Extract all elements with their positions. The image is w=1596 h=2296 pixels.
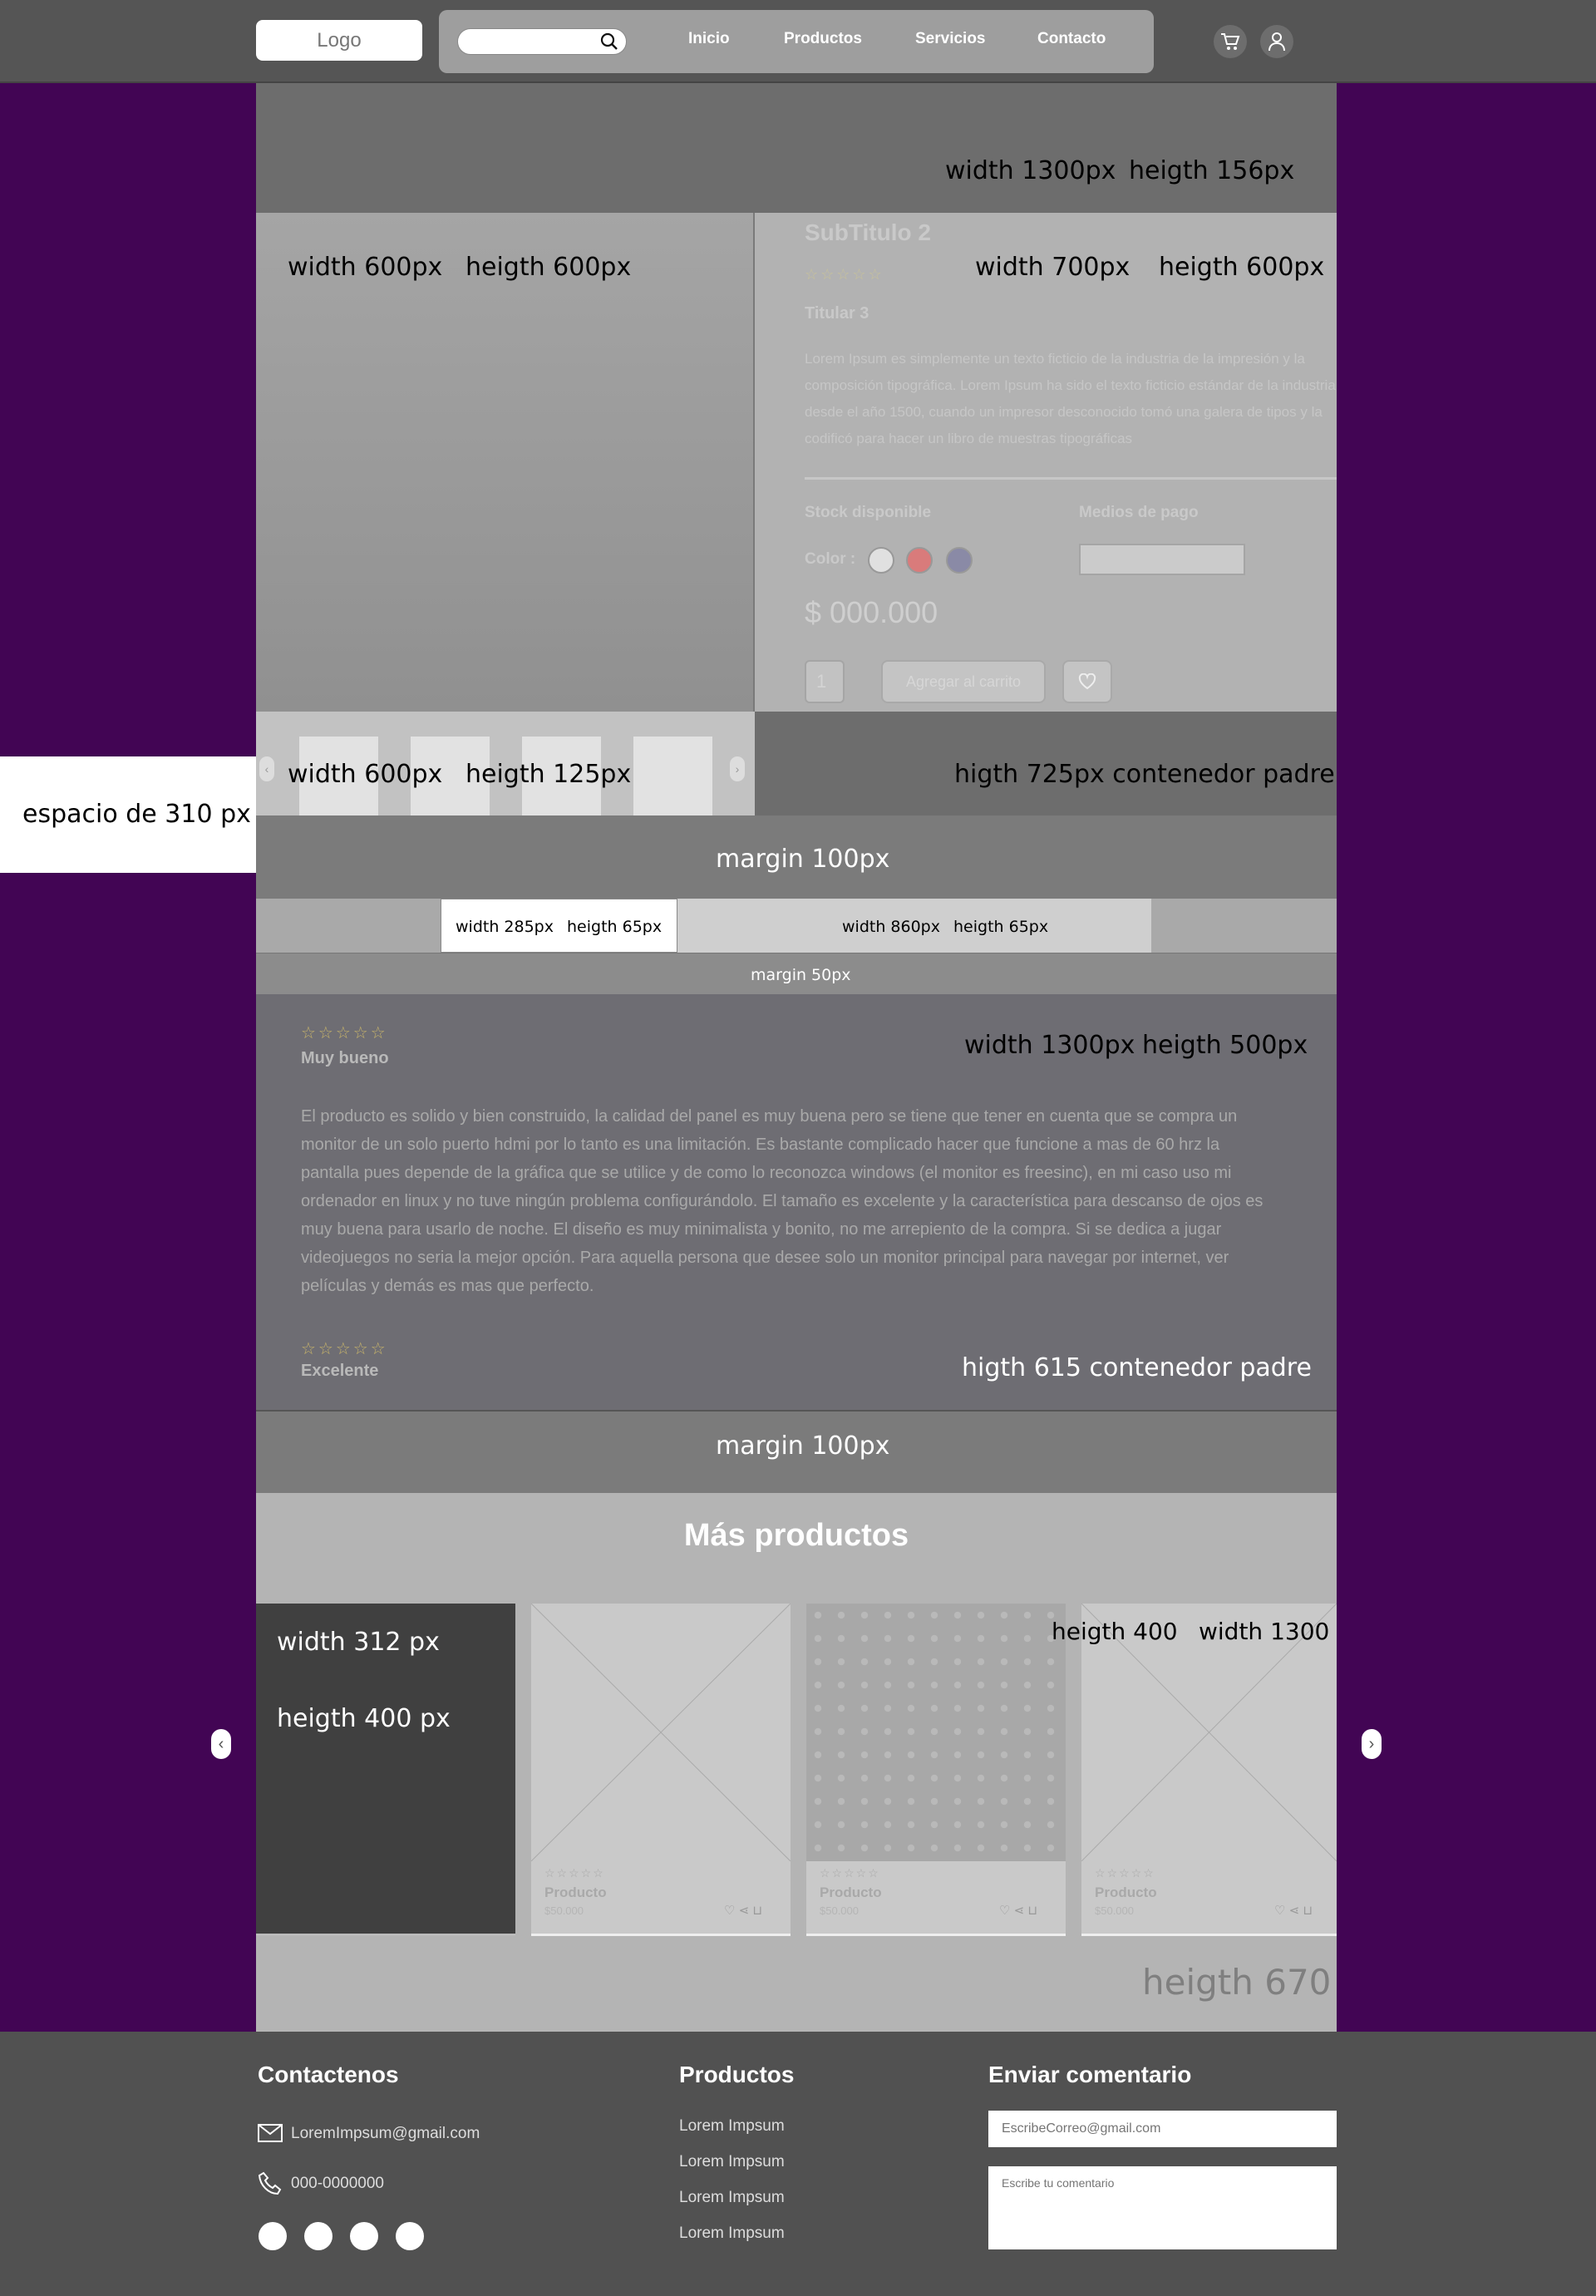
more-height-note: heigth 400 xyxy=(1052,1618,1178,1645)
product-titular: Titular 3 xyxy=(805,304,869,323)
banner-width-note: width 1300px xyxy=(945,156,1116,185)
color-swatch-white[interactable] xyxy=(868,547,894,574)
card-price: $50.000 xyxy=(544,1904,584,1917)
add-to-cart-button[interactable]: Agregar al carrito xyxy=(881,660,1046,703)
card-name: Producto xyxy=(1095,1885,1157,1900)
payment-label: Medios de pago xyxy=(1079,504,1199,521)
user-icon[interactable] xyxy=(1260,25,1293,58)
section-height-note: heigth 670 xyxy=(1142,1962,1332,2003)
color-swatch-red[interactable] xyxy=(906,547,933,574)
tab-a-width-note: width 285px xyxy=(456,918,554,936)
social-icon[interactable] xyxy=(396,2222,424,2250)
phone-icon xyxy=(258,2171,283,2200)
card-stars: ☆☆☆☆☆ xyxy=(1095,1866,1155,1880)
chevron-left-icon[interactable]: ‹ xyxy=(259,756,274,781)
thumbs-height-note: heigth 125px xyxy=(466,760,632,789)
review-stars: ☆☆☆☆☆ xyxy=(301,1024,388,1042)
social-icon[interactable] xyxy=(259,2222,287,2250)
stock-label: Stock disponible xyxy=(805,504,932,521)
comment-textarea[interactable] xyxy=(988,2166,1337,2249)
card-actions[interactable]: ♡ ⋖ ⊔ xyxy=(999,1903,1037,1918)
more-products-title: Más productos xyxy=(683,1518,909,1553)
banner xyxy=(256,83,1337,213)
product-card[interactable]: ☆☆☆☆☆ Producto $50.000 ♡ ⋖ ⊔ xyxy=(531,1604,791,1936)
product-rating-stars: ☆☆☆☆☆ xyxy=(805,266,884,283)
review-stars: ☆☆☆☆☆ xyxy=(301,1340,388,1358)
mail-icon xyxy=(258,2124,283,2146)
card-width-note: width 312 px xyxy=(277,1628,440,1657)
quantity-stepper[interactable]: 1 xyxy=(805,660,845,703)
payment-select[interactable] xyxy=(1079,544,1245,575)
chevron-right-icon[interactable]: › xyxy=(730,756,745,781)
reviews-width-note: width 1300px xyxy=(964,1031,1135,1060)
footer-phone[interactable]: 000-0000000 xyxy=(291,2175,384,2193)
review-rating-label: Excelente xyxy=(301,1362,379,1380)
color-swatch-purple[interactable] xyxy=(946,547,973,574)
footer-comment-title: Enviar comentario xyxy=(988,2062,1192,2087)
cart-icon[interactable] xyxy=(1214,25,1247,58)
side-space-label: espacio de 310 px xyxy=(22,800,251,829)
card-actions[interactable]: ♡ ⋖ ⊔ xyxy=(724,1903,762,1918)
product-card[interactable]: ☆☆☆☆☆ Producto $50.000 ♡ ⋖ ⊔ xyxy=(806,1604,1066,1936)
nav-link-productos[interactable]: Productos xyxy=(784,30,862,48)
heart-icon[interactable] xyxy=(1062,660,1112,703)
nav-link-servicios[interactable]: Servicios xyxy=(915,30,986,48)
info-height-note: heigth 600px xyxy=(1159,253,1325,282)
image-height-note: heigth 600px xyxy=(466,253,632,282)
review-rating-label: Muy bueno xyxy=(301,1049,389,1067)
card-stars: ☆☆☆☆☆ xyxy=(820,1866,880,1880)
info-width-note: width 700px xyxy=(975,253,1130,282)
footer-product-link[interactable]: Lorem Impsum xyxy=(679,2189,785,2207)
review-text: El producto es solido y bien construido,… xyxy=(301,1107,1264,1295)
card-name: Producto xyxy=(544,1885,607,1900)
product-description: Lorem Ipsum es simplemente un texto fict… xyxy=(805,351,1336,446)
tab-b-height-note: heigth 65px xyxy=(953,918,1049,936)
product-info-panel: SubTitulo 2 ☆☆☆☆☆ Titular 3 Lorem Ipsum … xyxy=(755,213,1337,712)
search-icon[interactable] xyxy=(597,30,622,53)
product-subtitle: SubTitulo 2 xyxy=(805,219,931,245)
footer-product-link[interactable]: Lorem Impsum xyxy=(679,2225,785,2243)
divider xyxy=(805,477,1337,480)
thumbs-width-note: width 600px xyxy=(288,760,443,789)
footer-product-link[interactable]: Lorem Impsum xyxy=(679,2117,785,2136)
product-price: $ 000.000 xyxy=(805,595,938,629)
parent2-height-note: higth 615 contenedor padre xyxy=(962,1353,1312,1382)
tab-b-width-note: width 860px xyxy=(842,918,940,936)
product-card[interactable]: ☆☆☆☆☆ Producto $50.000 ♡ ⋖ ⊔ xyxy=(1081,1604,1337,1936)
color-label: Color : xyxy=(805,550,856,568)
card-price: $50.000 xyxy=(1095,1904,1134,1917)
card-image xyxy=(806,1604,1066,1861)
card-stars: ☆☆☆☆☆ xyxy=(544,1866,605,1880)
card-name: Producto xyxy=(820,1885,882,1900)
card-actions[interactable]: ♡ ⋖ ⊔ xyxy=(1274,1903,1313,1918)
card-height-note: heigth 400 px xyxy=(277,1704,451,1733)
reviews-height-note: heigth 500px xyxy=(1142,1031,1308,1060)
image-width-note: width 600px xyxy=(288,253,443,282)
margin-note: margin 100px xyxy=(716,1431,890,1461)
footer-product-link[interactable]: Lorem Impsum xyxy=(679,2153,785,2171)
social-icon[interactable] xyxy=(350,2222,378,2250)
comment-email-field[interactable] xyxy=(988,2111,1337,2147)
banner-height-note: heigth 156px xyxy=(1129,156,1295,185)
card-price: $50.000 xyxy=(820,1904,859,1917)
thumbnail[interactable] xyxy=(633,737,712,815)
site-footer xyxy=(0,2032,1596,2296)
footer-contact-title: Contactenos xyxy=(258,2062,399,2087)
social-icon[interactable] xyxy=(304,2222,332,2250)
footer-email[interactable]: LoremImpsum@gmail.com xyxy=(291,2125,480,2143)
chevron-left-icon[interactable]: ‹ xyxy=(211,1729,231,1759)
margin-small-note: margin 50px xyxy=(751,966,851,984)
tab-a-height-note: heigth 65px xyxy=(567,918,663,936)
main-product-image xyxy=(256,213,755,712)
footer-products-title: Productos xyxy=(679,2062,795,2087)
more-width-note: width 1300 xyxy=(1199,1618,1330,1645)
parent-height-note: higth 725px contenedor padre xyxy=(954,760,1335,789)
nav-link-inicio[interactable]: Inicio xyxy=(688,30,730,48)
logo[interactable]: Logo xyxy=(256,20,422,61)
chevron-right-icon[interactable]: › xyxy=(1362,1729,1382,1759)
nav-link-contacto[interactable]: Contacto xyxy=(1037,30,1106,48)
margin-note: margin 100px xyxy=(716,845,890,874)
